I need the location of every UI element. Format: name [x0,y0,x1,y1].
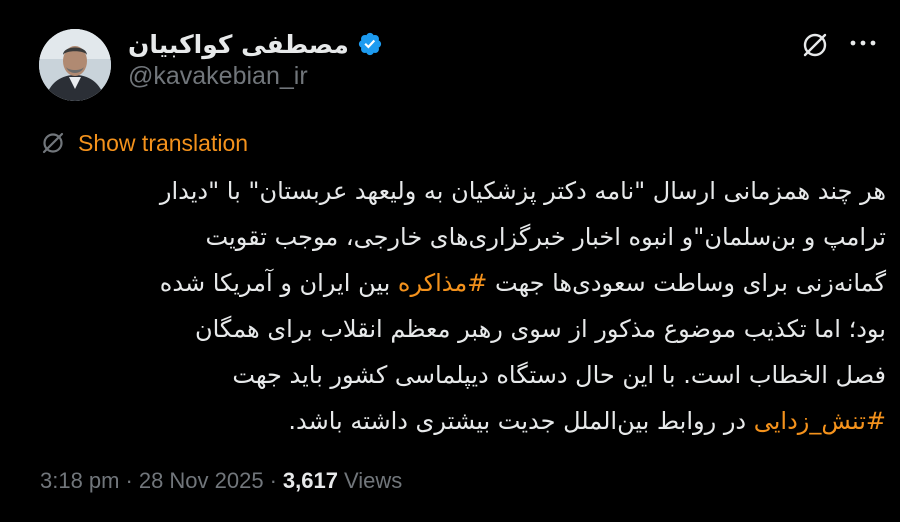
meta-separator: · [125,468,133,493]
more-options-button[interactable] [845,28,881,58]
translate-icon [40,130,66,156]
tweet-text: هر چند همزمانی ارسال "نامه دکتر پزشکیان … [40,168,886,444]
tweet-text-line: فصل الخطاب است. با این حال دستگاه دیپلما… [232,361,886,389]
show-translation-label[interactable]: Show translation [78,130,248,157]
author-handle[interactable]: @kavakebian_ir [128,62,308,91]
tweet-text-line: گمانه‌زنی برای وساطت سعودی‌ها جهت #مذاکر… [40,260,886,306]
verified-badge-icon [357,31,383,57]
avatar-image [39,29,111,101]
tweet-text-line: بود؛ اما تکذیب موضوع مذکور از سوی رهبر م… [194,315,886,343]
tweet: مصطفی کواکبیان @kavakebian_ir Show trans… [0,0,900,522]
tweet-text-line: هر چند همزمانی ارسال "نامه دکتر پزشکیان … [159,177,886,205]
tweet-text-line: ترامپ و بن‌سلمان"و انبوه اخبار خبرگزاری‌… [205,223,886,251]
tweet-time[interactable]: 3:18 pm [40,468,120,494]
hashtag-link-de-escalation[interactable]: #تنش_زدایی [754,407,886,435]
meta-separator: · [269,468,277,493]
more-icon [850,40,876,46]
show-translation-link[interactable]: Show translation [40,128,248,158]
tweet-meta: 3:18 pm · 28 Nov 2025 · 3,617 Views [40,466,402,496]
tweet-text-segment: بین ایران و آمریکا شده [159,269,398,297]
grok-icon [803,33,827,57]
views-label: Views [343,468,403,493]
author-name-row: مصطفی کواکبیان [128,28,383,60]
grok-button[interactable] [800,30,830,60]
hashtag-link-negotiation[interactable]: #مذاکره [398,269,487,297]
tweet-text-segment: گمانه‌زنی برای وساطت سعودی‌ها جهت [487,269,886,297]
tweet-text-segment: در روابط بین‌الملل جدیت بیشتری داشته باش… [288,407,754,435]
avatar[interactable] [39,29,111,101]
tweet-text-line: #تنش_زدایی در روابط بین‌الملل جدیت بیشتر… [40,398,886,444]
tweet-date[interactable]: 28 Nov 2025 [139,468,264,494]
views-count[interactable]: 3,617 [283,468,338,494]
author-display-name[interactable]: مصطفی کواکبیان [128,30,349,59]
